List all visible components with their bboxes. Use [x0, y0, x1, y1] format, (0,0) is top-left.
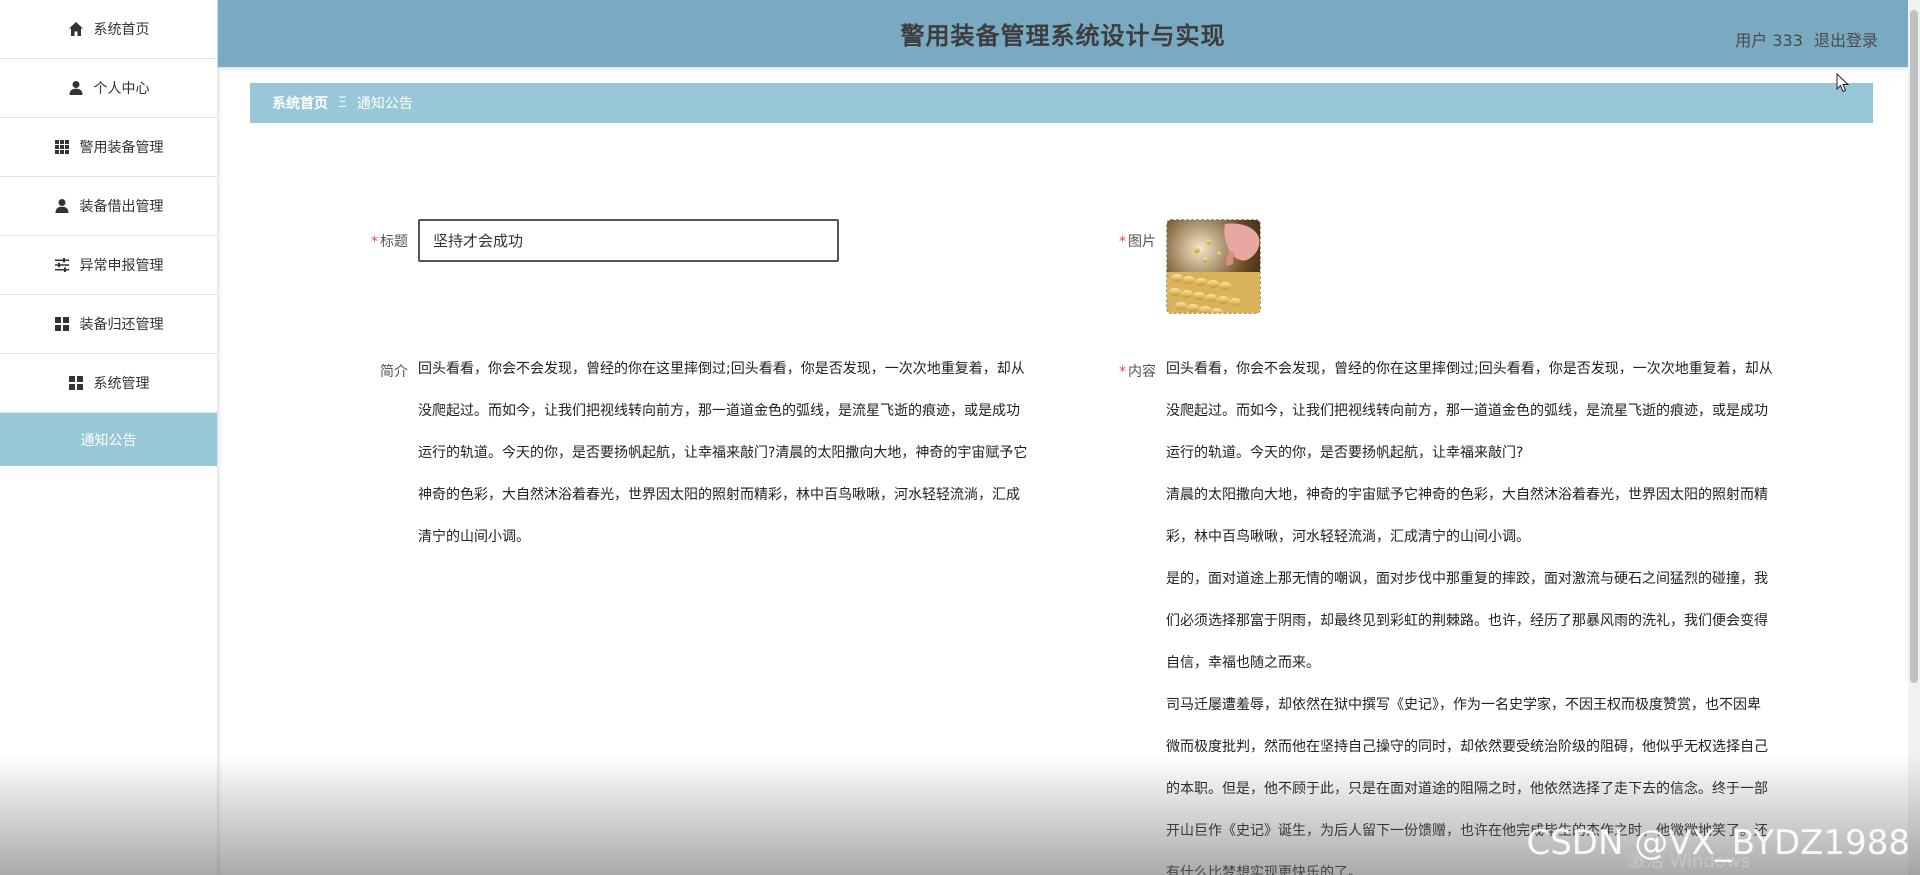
- sidebar-item-label: 系统首页: [93, 22, 150, 38]
- summary-text: 回头看看，你会不会发现，曾经的你在这里摔倒过;回头看看，你是否发现，一次次地重复…: [418, 348, 1068, 558]
- required-mark: *: [371, 234, 378, 250]
- summary-label-text: 简介: [380, 364, 408, 380]
- content-label-text: 内容: [1128, 364, 1156, 380]
- sidebar-item-home[interactable]: 系统首页: [0, 0, 217, 59]
- image-field-label: * 图片: [1098, 231, 1156, 251]
- required-mark: *: [1119, 234, 1126, 250]
- abacus-image: [1167, 220, 1260, 313]
- content-line: 的本职。但是，他不顾于此，只是在面对道途的阻隔之时，他依然选择了走下去的信念。终…: [1166, 781, 1768, 797]
- sidebar-item-label: 异常申报管理: [79, 258, 164, 274]
- user-icon: [68, 80, 84, 96]
- abacus-image-thumbnail[interactable]: [1166, 219, 1261, 314]
- summary-field-label: 简介: [350, 361, 408, 381]
- page-title: 警用装备管理系统设计与实现: [900, 22, 1226, 50]
- home-icon: [68, 21, 84, 37]
- scrollbar-thumb[interactable]: [1910, 10, 1918, 683]
- content-line: 司马迁屡遭羞辱，却依然在狱中撰写《史记》，作为一名史学家，不因王权而极度赞赏，也…: [1166, 697, 1761, 713]
- content-line: 是的，面对道途上那无情的嘲讽，面对步伐中那重复的摔跤，面对激流与硬石之间猛烈的碰…: [1166, 571, 1768, 587]
- grid-icon: [54, 139, 70, 155]
- apps-icon: [68, 375, 84, 391]
- required-mark: *: [1119, 364, 1126, 380]
- title-field-label: * 标题: [350, 231, 408, 251]
- logout-button[interactable]: 退出登录: [1814, 31, 1878, 50]
- sidebar-item-exception[interactable]: 异常申报管理: [0, 236, 217, 295]
- image-label-text: 图片: [1128, 234, 1156, 250]
- summary-line: 回头看看，你会不会发现，曾经的你在这里摔倒过;回头看看，你是否发现，一次次地重复…: [418, 361, 1025, 377]
- summary-line: 神奇的色彩，大自然沐浴着春光，世界因太阳的照射而精彩，林中百鸟啾啾，河水轻轻流淌…: [418, 487, 1020, 503]
- breadcrumb-home-link[interactable]: 系统首页: [272, 93, 328, 113]
- user-area: 用户 333 退出登录: [1735, 27, 1878, 51]
- user-icon: [54, 198, 70, 214]
- page-scrollbar[interactable]: [1908, 0, 1920, 875]
- summary-line: 清宁的山间小调。: [418, 529, 530, 545]
- username-label: 用户 333: [1735, 31, 1803, 50]
- content-line: 彩，林中百鸟啾啾，河水轻轻流淌，汇成清宁的山间小调。: [1166, 529, 1530, 545]
- sidebar-item-label: 警用装备管理: [79, 140, 164, 156]
- mouse-cursor-icon: [1836, 73, 1850, 93]
- csdn-watermark: CSDN @VX_BYDZ1988: [1526, 823, 1910, 863]
- content-line: 回头看看，你会不会发现，曾经的你在这里摔倒过;回头看看，你是否发现，一次次地重复…: [1166, 361, 1773, 377]
- sidebar-item-label: 装备借出管理: [79, 199, 164, 215]
- content-field-label: * 内容: [1098, 361, 1156, 381]
- title-label-text: 标题: [380, 234, 408, 250]
- top-header: 警用装备管理系统设计与实现 用户 333 退出登录: [218, 0, 1908, 67]
- sidebar-item-system[interactable]: 系统管理: [0, 354, 217, 413]
- content-line: 微而极度批判，然而他在坚持自己操守的同时，却依然要受统治阶级的阻碍，他似乎无权选…: [1166, 739, 1768, 755]
- apps-icon: [54, 316, 70, 332]
- sliders-icon: [54, 257, 70, 273]
- sidebar-item-label: 装备归还管理: [79, 317, 164, 333]
- breadcrumb-current: 通知公告: [356, 96, 413, 112]
- breadcrumb-separator-icon: Ξ: [338, 95, 347, 111]
- content-line: 自信，幸福也随之而来。: [1166, 655, 1320, 671]
- summary-line: 运行的轨道。今天的你，是否要扬帆起航，让幸福来敲门?清晨的太阳撒向大地，神奇的宇…: [418, 445, 1028, 461]
- content-line: 们必须选择那富于阴雨，却最终见到彩虹的荆棘路。也许，经历了那暴风雨的洗礼，我们便…: [1166, 613, 1768, 629]
- breadcrumb: 系统首页 Ξ 通知公告: [250, 83, 1873, 123]
- sidebar-item-label: 个人中心: [93, 81, 150, 97]
- sidebar-item-personal-center[interactable]: 个人中心: [0, 59, 217, 118]
- content-line: 没爬起过。而如今，让我们把视线转向前方，那一道道金色的弧线，是流星飞逝的痕迹，或…: [1166, 403, 1768, 419]
- sidebar-subitem-label: 通知公告: [80, 432, 137, 449]
- content-text: 回头看看，你会不会发现，曾经的你在这里摔倒过;回头看看，你是否发现，一次次地重复…: [1166, 348, 1816, 875]
- summary-line: 没爬起过。而如今，让我们把视线转向前方，那一道道金色的弧线，是流星飞逝的痕迹，或…: [418, 403, 1020, 419]
- sidebar-item-return[interactable]: 装备归还管理: [0, 295, 217, 354]
- title-input[interactable]: [418, 219, 839, 262]
- sidebar: 系统首页 个人中心 警用装备管理 装备借出管理 异常申报管理 装备归还管理 系统…: [0, 0, 218, 875]
- sidebar-item-equipment[interactable]: 警用装备管理: [0, 118, 217, 177]
- sidebar-subitem-notice[interactable]: 通知公告: [0, 413, 217, 466]
- sidebar-item-lending[interactable]: 装备借出管理: [0, 177, 217, 236]
- content-line: 清晨的太阳撒向大地，神奇的宇宙赋予它神奇的色彩，大自然沐浴着春光，世界因太阳的照…: [1166, 487, 1768, 503]
- content-line: 运行的轨道。今天的你，是否要扬帆起航，让幸福来敲门?: [1166, 445, 1524, 461]
- sidebar-item-label: 系统管理: [93, 376, 150, 392]
